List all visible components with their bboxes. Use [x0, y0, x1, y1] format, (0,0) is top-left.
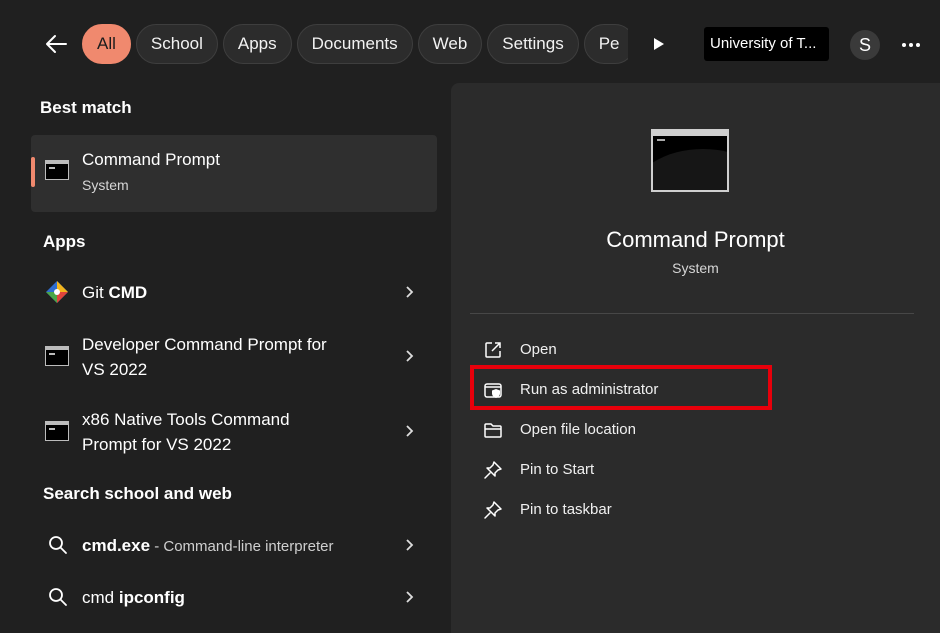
search-suggestion-cmd-ipconfig[interactable]: cmd ipconfig	[31, 573, 437, 621]
action-open-file-location[interactable]: Open file location	[483, 416, 783, 444]
search-suggestion-label: cmd ipconfig	[82, 588, 185, 607]
list-item-x86-native-tools[interactable]: x86 Native Tools Command Prompt for VS 2…	[31, 403, 437, 461]
list-item-git-cmd[interactable]: Git CMD	[31, 268, 437, 316]
list-item-label: x86 Native Tools Command Prompt for VS 2…	[82, 410, 290, 454]
chevron-right-icon	[406, 350, 414, 362]
best-match-item[interactable]: Command Prompt System	[31, 135, 437, 212]
chip-school[interactable]: School	[135, 24, 218, 64]
chevron-right-icon	[406, 425, 414, 437]
chip-settings[interactable]: Settings	[487, 24, 579, 64]
action-pin-to-taskbar[interactable]: Pin to taskbar	[483, 496, 783, 524]
chip-all[interactable]: All	[82, 24, 131, 64]
chevron-right-icon	[406, 591, 414, 603]
action-label: Pin to taskbar	[520, 501, 612, 518]
git-icon	[46, 281, 68, 303]
chip-web[interactable]: Web	[417, 24, 483, 64]
action-open[interactable]: Open	[483, 336, 783, 364]
avatar[interactable]: S	[850, 30, 880, 60]
search-suggestion-label: cmd.exe - Command-line interpreter	[82, 536, 334, 555]
detail-title: Command Prompt	[606, 227, 785, 252]
more-icon	[902, 43, 920, 47]
search-icon	[49, 536, 67, 554]
search-icon	[49, 588, 67, 606]
action-label: Open	[520, 341, 557, 358]
organization-badge[interactable]: University of T...	[704, 27, 829, 61]
chevron-right-icon	[406, 539, 414, 551]
chip-people[interactable]: Pe	[583, 24, 628, 64]
best-match-subtitle: System	[82, 177, 129, 193]
action-label: Open file location	[520, 421, 636, 438]
detail-subtitle: System	[672, 260, 719, 276]
action-pin-to-start[interactable]: Pin to Start	[483, 456, 783, 484]
play-icon	[654, 38, 664, 50]
scroll-chips-button[interactable]	[645, 30, 673, 58]
chip-apps[interactable]: Apps	[222, 24, 292, 64]
detail-panel: Command Prompt System Open Run as admini…	[451, 83, 940, 633]
pin-icon	[484, 501, 502, 519]
command-prompt-large-icon	[651, 129, 729, 192]
back-button[interactable]	[40, 28, 72, 60]
apps-heading: Apps	[43, 232, 86, 251]
filter-chips: All School Apps Documents Web Settings Pe	[82, 24, 628, 66]
best-match-heading: Best match	[40, 98, 132, 117]
list-item-label: Git CMD	[82, 283, 148, 302]
search-suggestion-cmd-exe[interactable]: cmd.exe - Command-line interpreter	[31, 521, 437, 569]
list-item-label: Developer Command Prompt for VS 2022	[82, 335, 327, 379]
list-item-developer-command-prompt[interactable]: Developer Command Prompt for VS 2022	[31, 328, 437, 386]
results-list: Best match Command Prompt System Apps Gi…	[0, 88, 450, 633]
command-prompt-icon	[45, 346, 69, 366]
chevron-right-icon	[406, 286, 414, 298]
selection-indicator	[31, 157, 35, 187]
folder-icon	[484, 423, 502, 438]
action-label: Pin to Start	[520, 461, 595, 478]
open-external-icon	[485, 342, 501, 358]
back-arrow-icon	[46, 35, 67, 53]
chip-documents[interactable]: Documents	[296, 24, 413, 64]
best-match-title: Command Prompt	[82, 150, 220, 169]
more-options-button[interactable]	[896, 30, 926, 60]
divider	[470, 313, 914, 314]
command-prompt-icon	[45, 421, 69, 441]
highlight-box	[470, 365, 772, 410]
search-filter-bar: All School Apps Documents Web Settings Pe Univ…	[0, 0, 940, 88]
search-web-heading: Search school and web	[43, 484, 232, 503]
pin-icon	[484, 461, 502, 479]
command-prompt-icon	[45, 160, 69, 180]
